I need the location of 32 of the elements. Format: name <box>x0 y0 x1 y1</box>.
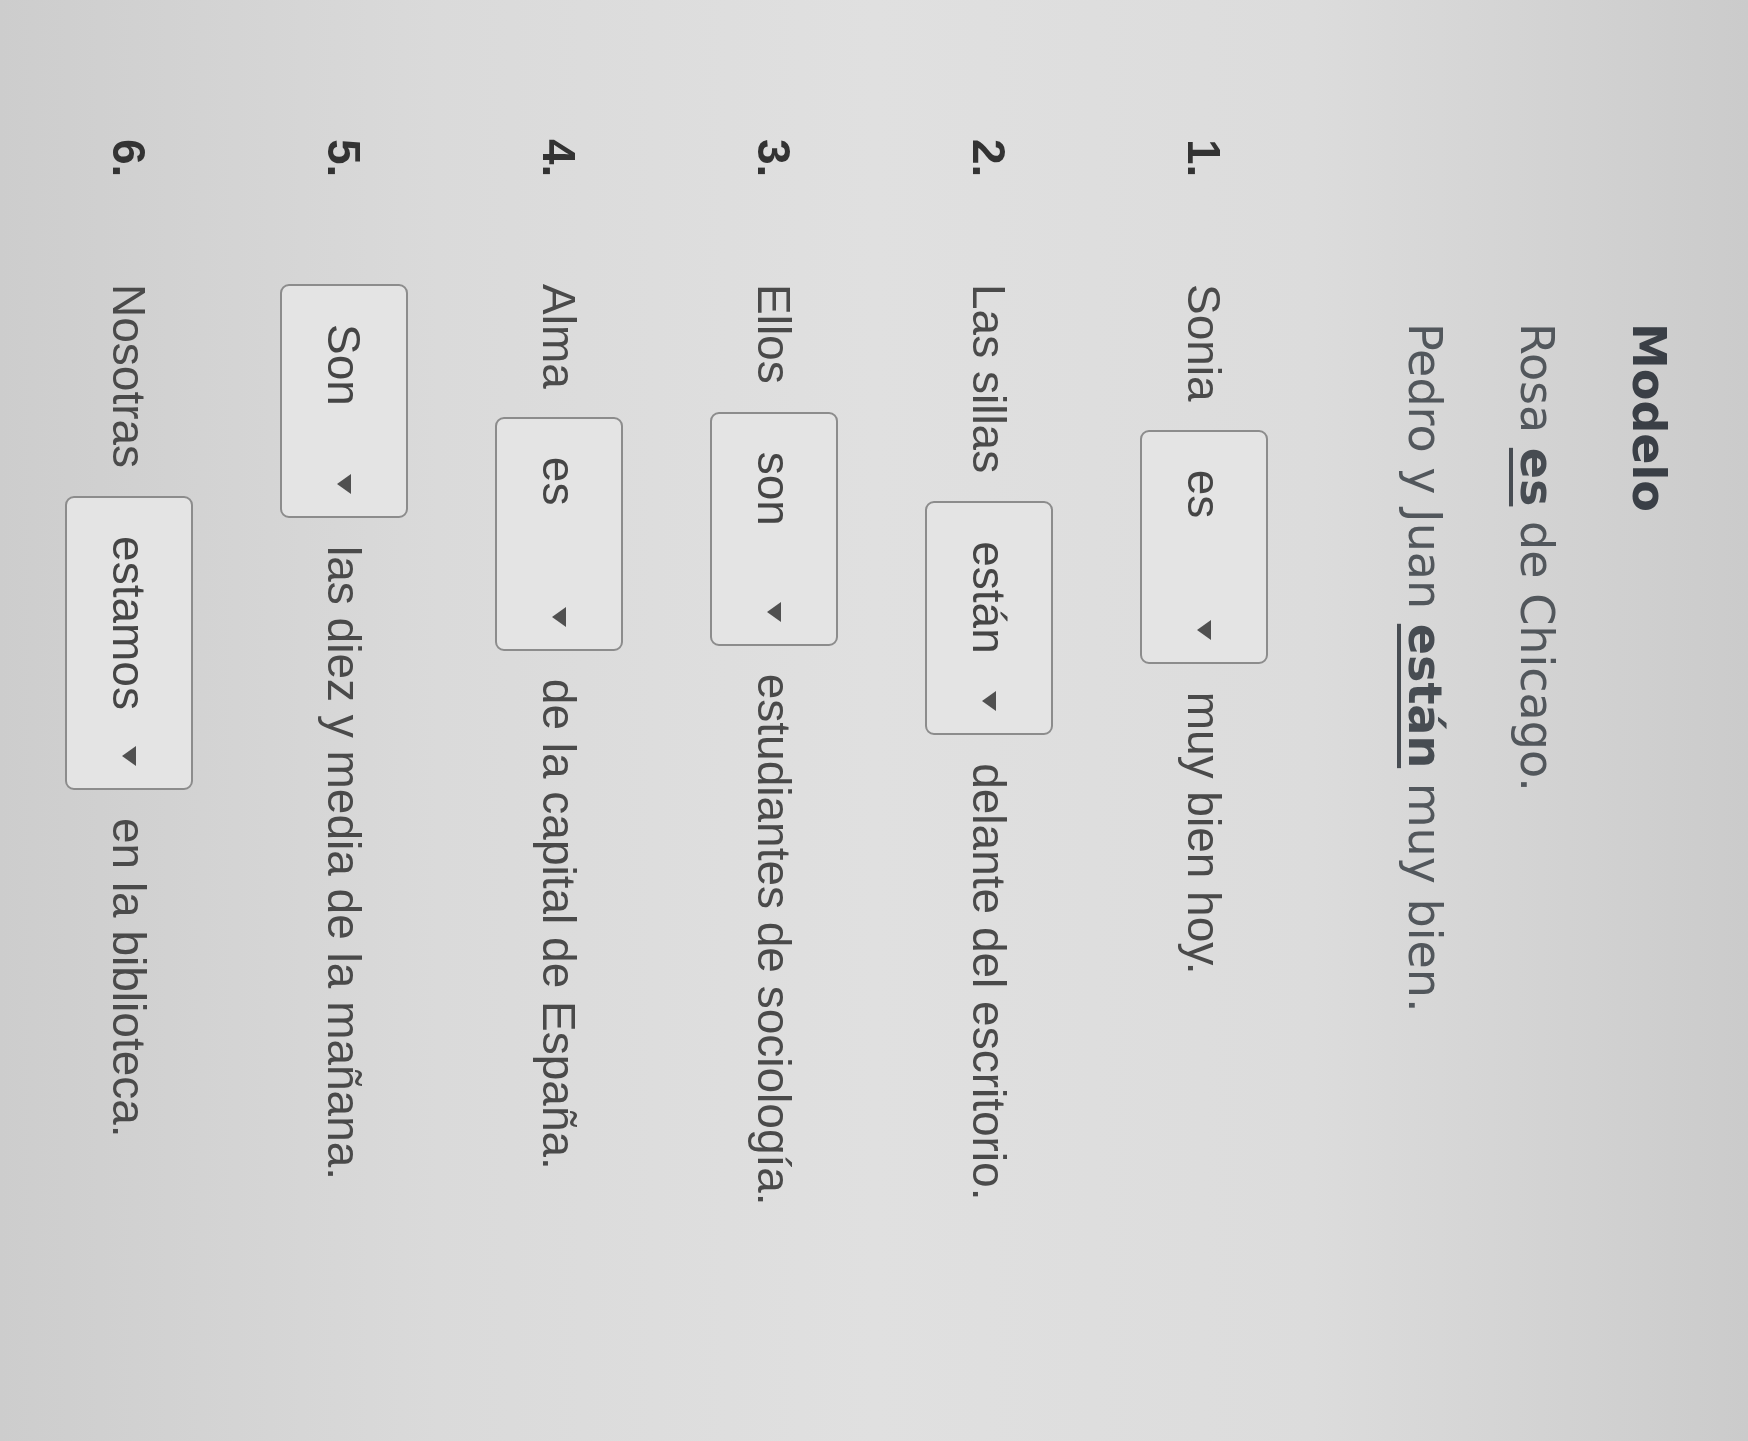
item-number: 3. <box>747 139 801 180</box>
sentence-text: de la capital de España. <box>532 678 586 1170</box>
example-sentence: Rosa es de Chicago. <box>1509 323 1565 792</box>
caret-icon <box>122 745 136 766</box>
sentence-text: estudiantes de sociología. <box>747 673 801 1206</box>
answer-dropdown[interactable]: están <box>925 501 1053 736</box>
caret-icon <box>767 601 781 622</box>
sentence-text: las diez y media de la mañana. <box>317 546 371 1181</box>
item-number: 5. <box>317 139 371 180</box>
model-heading: Modelo <box>1621 323 1677 512</box>
item-number: 4. <box>532 139 586 180</box>
sentence-text: Nosotras <box>102 284 156 469</box>
sentence-text: Ellos <box>747 284 801 384</box>
answer-dropdown[interactable]: Son <box>280 284 408 518</box>
caret-icon <box>337 474 351 494</box>
sentence-text: Las sillas <box>962 284 1016 474</box>
answer-dropdown[interactable]: es <box>1140 429 1268 664</box>
caret-icon <box>552 606 566 627</box>
caret-icon <box>982 691 996 712</box>
sentence-text: delante del escritorio. <box>962 763 1016 1201</box>
item-number: 2. <box>962 139 1016 180</box>
item-number: 6. <box>102 139 156 180</box>
sentence-text: Sonia <box>1177 284 1231 402</box>
sentence-text: en la biblioteca. <box>102 817 156 1138</box>
answer-dropdown[interactable]: es <box>495 416 623 651</box>
answer-dropdown[interactable]: son <box>710 411 838 646</box>
item-number: 1. <box>1177 139 1231 180</box>
sentence-text: Alma <box>532 284 586 389</box>
answer-dropdown[interactable]: estamos <box>65 496 193 790</box>
sentence-text: muy bien hoy. <box>1177 691 1231 975</box>
example-sentence: Pedro y Juan están muy bien. <box>1397 323 1453 1013</box>
caret-icon <box>1197 619 1211 640</box>
